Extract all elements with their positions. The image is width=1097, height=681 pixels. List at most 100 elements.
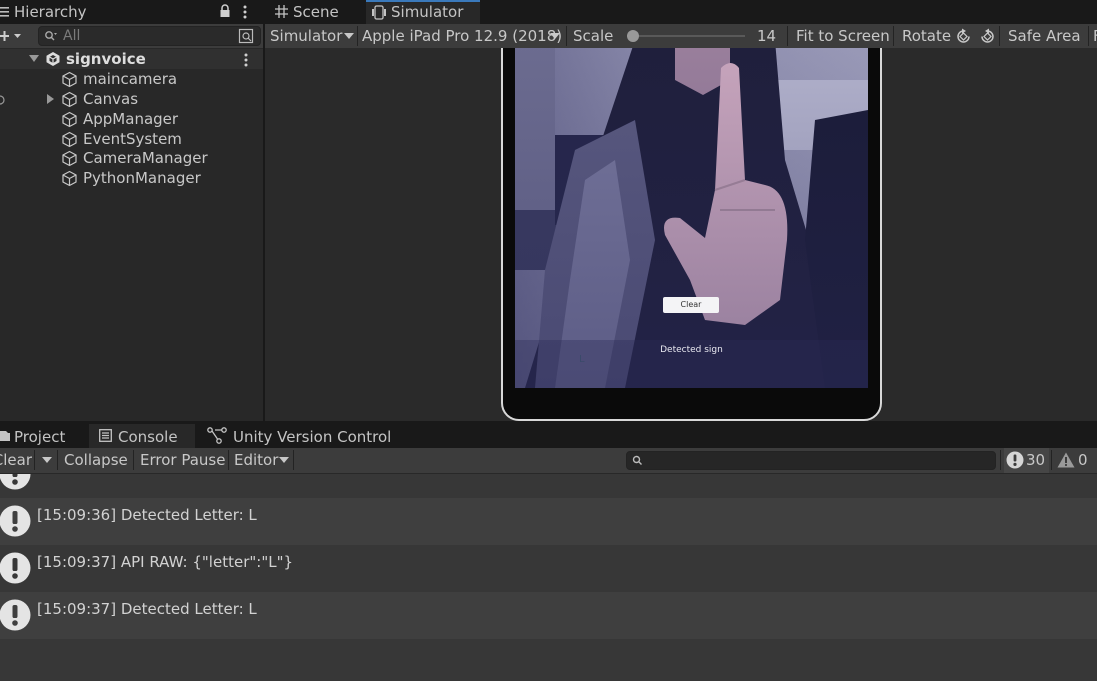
scale-value: 14 bbox=[757, 27, 777, 45]
console-log-entry[interactable]: [15:09:37] API RAW: {"letter":"L"} bbox=[0, 545, 1097, 592]
scale-slider-thumb[interactable] bbox=[627, 30, 639, 42]
chevron-down-icon bbox=[344, 33, 354, 39]
overflow-toolbar-button[interactable]: F bbox=[1093, 24, 1097, 48]
detected-sign-label: Detected sign bbox=[660, 345, 723, 355]
camera-feed-image bbox=[515, 48, 868, 388]
rotate-label: Rotate bbox=[902, 27, 952, 45]
clear-button-label: Clear bbox=[680, 300, 702, 309]
console-log-entry[interactable]: [15:09:36] Detected Letter: L bbox=[0, 498, 1097, 545]
add-object-button[interactable] bbox=[0, 27, 26, 45]
toolbar-separator bbox=[566, 26, 567, 46]
tab-console[interactable]: Console bbox=[89, 424, 195, 448]
scene-more-options-icon[interactable] bbox=[243, 52, 249, 68]
folder-icon bbox=[0, 430, 10, 442]
hierarchy-item-label: CameraManager bbox=[83, 149, 208, 167]
scale-slider[interactable] bbox=[627, 29, 747, 43]
info-log-icon bbox=[0, 474, 32, 491]
toolbar-separator bbox=[34, 450, 35, 470]
collapse-arrow-icon[interactable] bbox=[29, 55, 39, 63]
tab-project[interactable]: Project bbox=[0, 424, 85, 448]
console-log-list[interactable]: [15:09:36] Detected Letter: L [15:09:37]… bbox=[0, 474, 1097, 681]
toolbar-separator bbox=[293, 450, 294, 470]
hierarchy-item[interactable]: CameraManager bbox=[0, 148, 263, 168]
info-log-icon bbox=[0, 551, 32, 585]
console-search-field[interactable] bbox=[626, 451, 996, 470]
simulator-mode-value: Simulator bbox=[270, 27, 343, 45]
search-options-icon[interactable] bbox=[238, 28, 254, 44]
hierarchy-item[interactable]: EventSystem bbox=[0, 129, 263, 149]
rotate-left-icon[interactable] bbox=[955, 28, 973, 45]
device-screen[interactable]: Clear Detected sign L bbox=[515, 48, 868, 388]
scale-slider-track bbox=[627, 35, 745, 37]
ipad-device-frame: Clear Detected sign L bbox=[501, 48, 882, 421]
toolbar-separator bbox=[1000, 450, 1001, 470]
collapse-toggle[interactable]: Collapse bbox=[64, 448, 128, 472]
toolbar-separator bbox=[228, 450, 229, 470]
gameobject-cube-icon bbox=[61, 111, 78, 128]
toolbar-separator bbox=[999, 26, 1000, 46]
hierarchy-item-label: maincamera bbox=[83, 70, 178, 88]
warning-count: 0 bbox=[1078, 451, 1088, 469]
tab-version-control[interactable]: Unity Version Control bbox=[200, 424, 400, 448]
toolbar-separator bbox=[787, 26, 788, 46]
info-filter-toggle[interactable]: 30 bbox=[1004, 448, 1049, 473]
scene-name: signvoice bbox=[66, 50, 146, 68]
info-icon bbox=[1006, 451, 1024, 469]
warning-filter-toggle[interactable]: 0 bbox=[1053, 448, 1091, 473]
hierarchy-item-label: AppManager bbox=[83, 110, 179, 128]
console-log-message: [15:09:37] Detected Letter: L bbox=[37, 600, 257, 618]
console-toolbar: Clear Collapse Error Pause Editor 30 0 bbox=[0, 448, 1097, 473]
toolbar-separator bbox=[1088, 26, 1089, 46]
simulator-mode-dropdown[interactable]: Simulator bbox=[270, 24, 355, 48]
tab-simulator-label: Simulator bbox=[391, 3, 464, 21]
gameobject-cube-icon bbox=[61, 150, 78, 167]
rotate-right-icon[interactable] bbox=[978, 28, 996, 45]
safe-area-toggle[interactable]: Safe Area bbox=[1008, 24, 1081, 48]
more-options-icon[interactable] bbox=[242, 4, 248, 20]
chevron-down-icon bbox=[550, 33, 560, 39]
console-log-message: [15:09:37] API RAW: {"letter":"L"} bbox=[37, 553, 294, 571]
tab-scene[interactable]: Scene bbox=[265, 0, 363, 24]
expand-arrow-icon[interactable] bbox=[47, 94, 55, 104]
device-dropdown[interactable]: Apple iPad Pro 12.9 (2018) bbox=[362, 24, 562, 48]
fit-to-screen-button[interactable]: Fit to Screen bbox=[796, 24, 890, 48]
hierarchy-item[interactable]: AppManager bbox=[0, 109, 263, 129]
info-log-icon bbox=[0, 598, 32, 632]
detected-sign-value: L bbox=[579, 354, 585, 365]
hierarchy-item-label: Canvas bbox=[83, 90, 139, 108]
clear-button[interactable]: Clear bbox=[663, 297, 719, 313]
console-log-message: [15:09:36] Detected Letter: L bbox=[37, 506, 257, 524]
device-value: Apple iPad Pro 12.9 (2018) bbox=[362, 27, 563, 45]
tab-console-label: Console bbox=[118, 428, 178, 446]
hierarchy-toolbar: All bbox=[0, 24, 263, 48]
editor-target-dropdown[interactable]: Editor bbox=[234, 448, 292, 472]
tab-scene-label: Scene bbox=[293, 3, 339, 21]
scale-label: Scale bbox=[573, 27, 614, 45]
simulator-device-icon bbox=[372, 5, 386, 20]
toolbar-separator bbox=[57, 450, 58, 470]
hierarchy-item[interactable]: maincamera bbox=[0, 69, 263, 89]
hierarchy-item-label: PythonManager bbox=[83, 169, 201, 187]
console-icon bbox=[99, 429, 112, 442]
search-icon bbox=[44, 30, 58, 42]
tab-project-label: Project bbox=[14, 428, 66, 446]
gameobject-cube-icon bbox=[61, 91, 78, 108]
hierarchy-tab[interactable]: Hierarchy bbox=[14, 3, 87, 21]
version-control-icon bbox=[207, 427, 227, 444]
lock-icon[interactable] bbox=[219, 4, 231, 18]
gameobject-cube-icon bbox=[61, 131, 78, 148]
info-count: 30 bbox=[1026, 451, 1046, 469]
hierarchy-search-field[interactable]: All bbox=[38, 26, 261, 46]
simulator-viewport[interactable]: Clear Detected sign L bbox=[265, 48, 1097, 421]
hierarchy-item[interactable]: Canvas bbox=[0, 89, 263, 109]
clear-options-dropdown-icon[interactable] bbox=[42, 457, 52, 463]
clear-console-button[interactable]: Clear bbox=[0, 448, 32, 472]
scene-row[interactable]: signvoice bbox=[0, 49, 263, 69]
console-log-entry[interactable]: [15:09:37] Detected Letter: L bbox=[0, 592, 1097, 639]
toolbar-separator bbox=[357, 26, 358, 46]
hierarchy-item[interactable]: PythonManager bbox=[0, 168, 263, 188]
console-log-entry-partial[interactable] bbox=[0, 474, 1097, 498]
error-pause-toggle[interactable]: Error Pause bbox=[140, 448, 225, 472]
tab-simulator[interactable]: Simulator bbox=[366, 0, 480, 24]
hierarchy-search-placeholder: All bbox=[63, 28, 81, 44]
